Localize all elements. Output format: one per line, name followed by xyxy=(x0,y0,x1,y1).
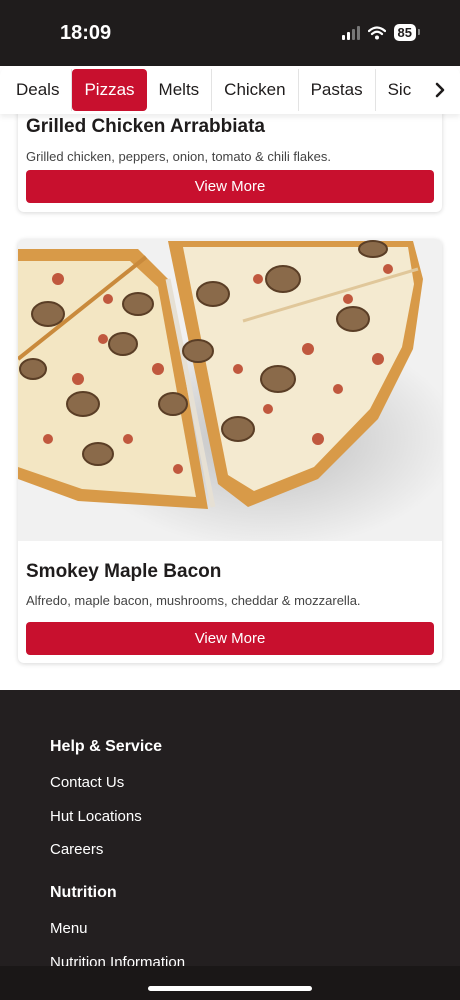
status-icons: 85 xyxy=(341,24,421,41)
tabs-scroll-next-button[interactable] xyxy=(420,66,460,114)
help-service-heading: Help & Service xyxy=(50,738,163,755)
battery-icon: 85 xyxy=(393,24,421,41)
tabs-row: Deals Pizzas Melts Chicken Pastas Sic xyxy=(0,66,423,114)
home-indicator[interactable] xyxy=(148,986,312,991)
view-more-button[interactable]: View More xyxy=(26,622,434,655)
hut-locations-link[interactable]: Hut Locations xyxy=(50,808,142,825)
home-indicator-area xyxy=(0,966,460,1000)
view-more-button[interactable]: View More xyxy=(26,170,434,203)
product-card: Smokey Maple Bacon Alfredo, maple bacon,… xyxy=(18,239,442,663)
status-bar: 18:09 85 xyxy=(0,0,460,66)
wifi-icon xyxy=(367,25,386,40)
menu-link[interactable]: Menu xyxy=(50,920,88,937)
signal-icon xyxy=(341,25,360,40)
product-card: Grilled Chicken Arrabbiata Grilled chick… xyxy=(18,114,442,212)
careers-link[interactable]: Careers xyxy=(50,841,103,858)
tab-pastas[interactable]: Pastas xyxy=(299,69,376,111)
product-title: Grilled Chicken Arrabbiata xyxy=(26,116,265,137)
product-title: Smokey Maple Bacon xyxy=(26,561,222,582)
status-time: 18:09 xyxy=(60,22,112,44)
tab-chicken[interactable]: Chicken xyxy=(212,69,299,111)
tab-sides[interactable]: Sic xyxy=(376,69,424,111)
tab-melts[interactable]: Melts xyxy=(147,69,213,111)
product-description: Alfredo, maple bacon, mushrooms, cheddar… xyxy=(26,593,361,608)
product-description: Grilled chicken, peppers, onion, tomato … xyxy=(26,149,331,164)
tab-pizzas[interactable]: Pizzas xyxy=(72,69,147,111)
chevron-right-icon xyxy=(435,82,445,98)
contact-us-link[interactable]: Contact Us xyxy=(50,774,124,791)
site-footer: Help & Service Contact Us Hut Locations … xyxy=(0,690,460,1000)
product-list: Grilled Chicken Arrabbiata Grilled chick… xyxy=(0,114,460,690)
category-tabs: Deals Pizzas Melts Chicken Pastas Sic xyxy=(0,66,460,114)
nutrition-heading: Nutrition xyxy=(50,884,117,901)
pizza-photo[interactable] xyxy=(18,239,442,549)
tab-deals[interactable]: Deals xyxy=(0,69,73,111)
